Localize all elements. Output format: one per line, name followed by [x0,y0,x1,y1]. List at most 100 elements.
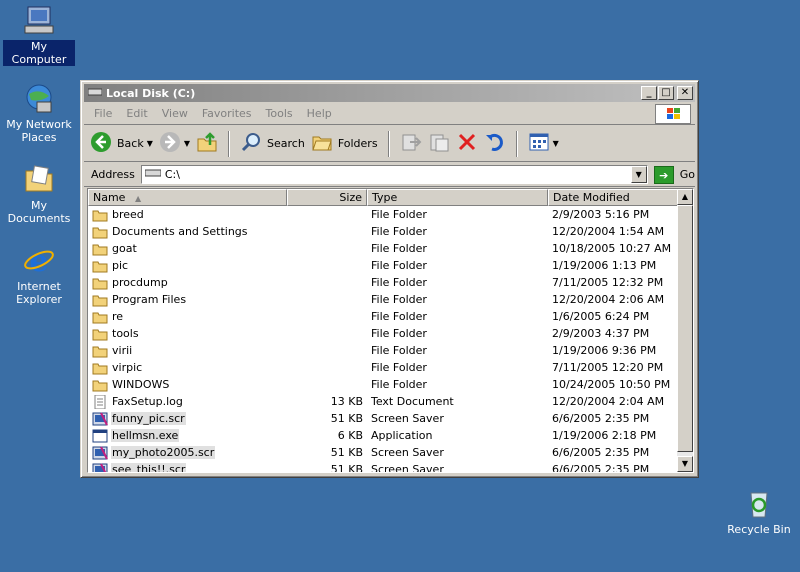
file-type: File Folder [371,242,427,255]
file-name-cell: virpic [88,361,287,375]
go-arrow-icon: ➔ [653,165,674,184]
application-icon [92,429,108,443]
title-bar[interactable]: Local Disk (C:) _ □ ✕ [84,84,695,102]
file-row[interactable]: Documents and Settings File Folder 12/20/2… [88,223,693,240]
file-name: FaxSetup.log [112,395,183,408]
file-row[interactable]: funny_pic.scr 51 KB Screen Saver 6/6/2005 2… [88,410,693,427]
recycle-bin-icon [743,487,775,519]
search-label: Search [267,137,305,150]
desktop-icon-label: My Network Places [6,118,72,144]
scroll-thumb[interactable] [677,205,693,452]
file-row[interactable]: procdump File Folder 7/11/2005 12:32 PM [88,274,693,291]
file-size: 51 KB [330,463,363,473]
file-name-cell: virii [88,344,287,358]
delete-button[interactable] [456,131,478,156]
file-type: File Folder [371,225,427,238]
back-button[interactable]: Back ▼ [90,131,153,156]
copy-to-icon [428,131,450,156]
file-row[interactable]: my_photo2005.scr 51 KB Screen Saver 6/6/200… [88,444,693,461]
file-row[interactable]: WINDOWS File Folder 10/24/2005 10:50 PM [88,376,693,393]
close-button[interactable]: ✕ [677,86,693,100]
file-type: Text Document [371,395,454,408]
file-row[interactable]: virii File Folder 1/19/2006 9:36 PM [88,342,693,359]
column-name-label: Name [93,191,126,204]
file-row[interactable]: pic File Folder 1/19/2006 1:13 PM [88,257,693,274]
menu-view[interactable]: View [155,107,195,120]
file-type: File Folder [371,327,427,340]
file-type: File Folder [371,378,427,391]
folder-icon [92,310,108,324]
up-folder-button[interactable] [196,131,218,156]
drive-icon [87,87,103,100]
file-date-modified: 6/6/2005 2:35 PM [552,412,650,425]
screen-saver-icon [92,412,108,426]
copy-to-button[interactable] [428,131,450,156]
file-name-cell: WINDOWS [88,378,287,392]
maximize-button[interactable]: □ [658,86,674,100]
undo-button[interactable] [484,131,506,156]
address-input[interactable]: C:\ ▼ [140,165,648,184]
views-button[interactable]: ▼ [528,131,559,156]
file-name: tools [112,327,139,340]
scroll-down-button[interactable]: ▼ [677,456,693,472]
go-button[interactable]: ➔ Go [653,165,695,184]
desktop-icon-my-documents[interactable]: My Documents [3,163,75,225]
desktop-icon-internet-explorer[interactable]: e Internet Explorer [3,244,75,306]
file-row[interactable]: goat File Folder 10/18/2005 10:27 AM [88,240,693,257]
vertical-scrollbar[interactable]: ▲ ▼ [677,189,693,472]
column-type[interactable]: Type [367,189,548,206]
file-name-cell: Documents and Settings [88,225,287,239]
folders-button[interactable]: Folders [311,131,378,156]
desktop-icon-label: Recycle Bin [727,523,791,536]
screen-saver-icon [92,463,108,472]
desktop-icon-network-places[interactable]: My Network Places [3,82,75,144]
network-places-icon [23,82,55,114]
file-name-cell: goat [88,242,287,256]
move-to-button[interactable] [400,131,422,156]
folder-icon [92,208,108,222]
file-name: virii [112,344,133,357]
drive-icon [144,168,162,181]
menu-file[interactable]: File [84,107,119,120]
forward-button[interactable]: ▼ [159,131,190,156]
views-dropdown-icon[interactable]: ▼ [553,139,559,148]
column-name[interactable]: Name ▲ [88,189,287,206]
menu-favorites[interactable]: Favorites [195,107,259,120]
back-dropdown-icon[interactable]: ▼ [147,139,153,148]
column-date-modified[interactable]: Date Modified [548,189,678,206]
file-row[interactable]: hellmsn.exe 6 KB Application 1/19/2006 2:18… [88,427,693,444]
scroll-up-button[interactable]: ▲ [677,189,693,205]
menu-help[interactable]: Help [300,107,339,120]
menu-tools[interactable]: Tools [259,107,300,120]
file-name-cell: Program Files [88,293,287,307]
forward-dropdown-icon[interactable]: ▼ [184,139,190,148]
desktop-icon-recycle-bin[interactable]: Recycle Bin [723,487,795,536]
toolbar-separator [387,130,390,157]
window-title: Local Disk (C:) [106,86,196,100]
file-name: funny_pic.scr [111,412,186,425]
file-row[interactable]: re File Folder 1/6/2005 6:24 PM [88,308,693,325]
file-row[interactable]: breed File Folder 2/9/2003 5:16 PM [88,206,693,223]
desktop-icon-my-computer[interactable]: My Computer [3,4,75,66]
menu-edit[interactable]: Edit [119,107,154,120]
folder-icon [92,293,108,307]
column-size[interactable]: Size [287,189,367,206]
folder-icon [92,242,108,256]
file-name: my_photo2005.scr [111,446,216,459]
file-name-cell: tools [88,327,287,341]
file-row[interactable]: tools File Folder 2/9/2003 4:37 PM [88,325,693,342]
file-row[interactable]: see_this!!.scr 51 KB Screen Saver 6/6/2005 … [88,461,693,473]
address-dropdown-icon[interactable]: ▼ [630,166,647,183]
file-row[interactable]: FaxSetup.log 13 KB Text Document 12/20/2004… [88,393,693,410]
file-row[interactable]: virpic File Folder 7/11/2005 12:20 PM [88,359,693,376]
folders-icon [311,131,333,156]
minimize-button[interactable]: _ [641,86,657,100]
file-name-cell: my_photo2005.scr [88,446,287,460]
file-date-modified: 12/20/2004 2:06 AM [552,293,665,306]
search-button[interactable]: Search [240,131,305,156]
file-size: 6 KB [337,429,363,442]
toolbar-separator [228,130,231,157]
file-row[interactable]: Program Files File Folder 12/20/2004 2:06 … [88,291,693,308]
file-date-modified: 6/6/2005 2:35 PM [552,446,650,459]
go-label: Go [679,168,695,181]
